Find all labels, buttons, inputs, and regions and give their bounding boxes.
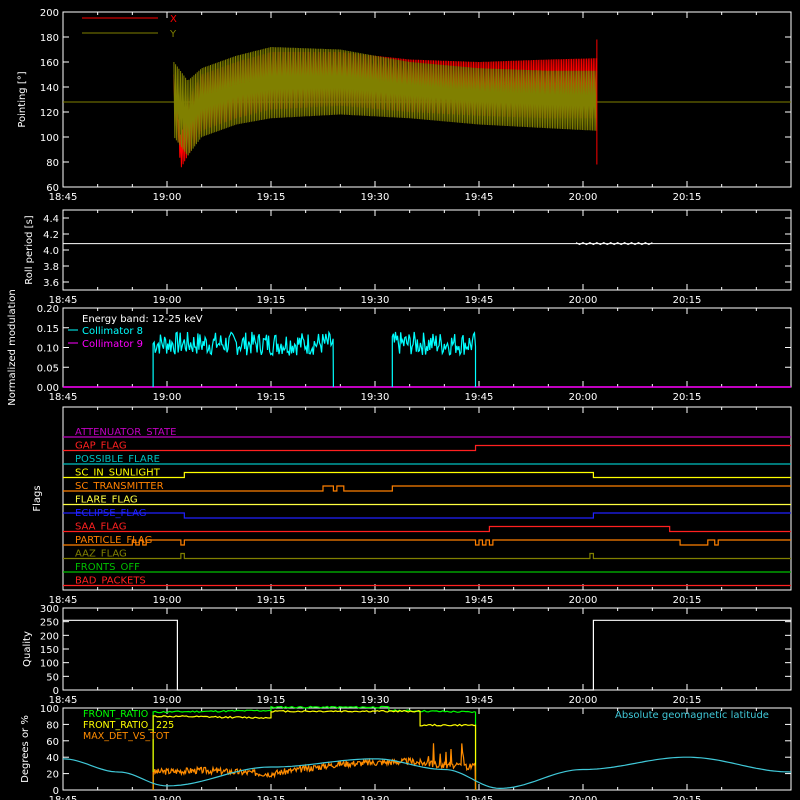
- x-tick-label: 19:30: [361, 695, 390, 706]
- flag-label: FLARE_FLAG: [75, 495, 138, 506]
- y-axis-label: Flags: [32, 485, 43, 511]
- x-tick-label: 20:15: [673, 795, 702, 800]
- x-tick-label: 19:45: [465, 695, 494, 706]
- x-tick-label: 19:15: [257, 392, 286, 403]
- x-tick-label: 19:45: [465, 192, 494, 203]
- x-tick-label: 20:15: [673, 295, 702, 306]
- x-tick-label: 19:15: [257, 695, 286, 706]
- y-tick-label: 50: [46, 672, 59, 683]
- x-tick-label: 19:45: [465, 392, 494, 403]
- y-tick-label: 200: [40, 631, 59, 642]
- chart-canvas: 18:45 19:00 19:15 19:30 19:45 20:00 20:1520018…: [0, 0, 800, 800]
- legend-label: MAX_DET_VS_TOT: [83, 731, 169, 742]
- y-tick-label: 160: [40, 58, 59, 69]
- x-tick-label: 19:45: [465, 295, 494, 306]
- y-tick-label: 20: [46, 770, 59, 781]
- flag-label: SC_IN_SUNLIGHT: [75, 468, 161, 479]
- x-tick-label: 20:00: [569, 695, 598, 706]
- x-tick-label: 20:15: [673, 695, 702, 706]
- flag-label: BAD_PACKETS: [75, 576, 146, 587]
- x-tick-label: 19:15: [257, 295, 286, 306]
- y-tick-label: 180: [40, 33, 59, 44]
- y-tick-label: 200: [40, 8, 59, 19]
- y-tick-label: 0: [53, 786, 59, 797]
- flag-label: ECLIPSE_FLAG: [75, 508, 146, 519]
- x-tick-label: 20:00: [569, 392, 598, 403]
- y-axis-label: Pointing [°]: [17, 71, 28, 127]
- legend-label: X: [170, 14, 177, 25]
- x-tick-label: 19:15: [257, 192, 286, 203]
- y-tick-label: 300: [40, 604, 59, 615]
- y-tick-label: 100: [40, 704, 59, 715]
- y-tick-label: 120: [40, 108, 59, 119]
- x-tick-label: 20:15: [673, 595, 702, 606]
- x-tick-label: 20:00: [569, 192, 598, 203]
- y-tick-label: 250: [40, 618, 59, 629]
- flag-label: SAA_FLAG: [75, 522, 126, 533]
- y-tick-label: 3.6: [43, 278, 59, 289]
- legend-label: FRONT_RATIO: [83, 709, 148, 720]
- x-tick-label: 19:15: [257, 595, 286, 606]
- y-tick-label: 3.8: [43, 262, 59, 273]
- y-tick-label: 0.10: [37, 344, 59, 355]
- legend-label: Collimator 9: [82, 339, 143, 350]
- energy-band-annotation: Energy band: 12-25 keV: [82, 314, 203, 325]
- geomag-annotation: Absolute geomagnetic latitude: [615, 710, 769, 721]
- y-tick-label: 0: [53, 686, 59, 697]
- y-axis-label: Normalized modulation: [7, 289, 18, 406]
- y-tick-label: 60: [46, 183, 59, 194]
- x-tick-label: 20:00: [569, 795, 598, 800]
- legend-label: Collimator 8: [82, 326, 143, 337]
- y-tick-label: 80: [46, 158, 59, 169]
- y-axis-label: Degrees or %: [20, 715, 31, 783]
- x-tick-label: 19:30: [361, 192, 390, 203]
- y-axis-label: Roll period [s]: [24, 215, 35, 284]
- x-tick-label: 19:00: [153, 695, 182, 706]
- legend-label: FRONT_RATIO_ 225: [83, 720, 174, 731]
- x-tick-label: 19:00: [153, 392, 182, 403]
- x-tick-label: 19:30: [361, 595, 390, 606]
- x-tick-label: 19:15: [257, 795, 286, 800]
- y-tick-label: 100: [40, 133, 59, 144]
- x-tick-label: 20:00: [569, 595, 598, 606]
- x-tick-label: 19:00: [153, 192, 182, 203]
- flag-label: POSSIBLE_FLARE: [75, 454, 160, 465]
- y-tick-label: 0.20: [37, 304, 59, 315]
- y-tick-label: 4.2: [43, 230, 59, 241]
- legend-label: Y: [169, 29, 177, 40]
- y-tick-label: 0.05: [37, 363, 59, 374]
- x-tick-label: 19:30: [361, 392, 390, 403]
- y-tick-label: 4.0: [43, 246, 59, 257]
- y-tick-label: 0.00: [37, 383, 59, 394]
- y-tick-label: 60: [46, 737, 59, 748]
- flag-label: PARTICLE_FLAG: [75, 535, 152, 546]
- y-tick-label: 80: [46, 720, 59, 731]
- x-tick-label: 19:45: [465, 795, 494, 800]
- x-tick-label: 19:00: [153, 795, 182, 800]
- x-tick-label: 20:00: [569, 295, 598, 306]
- y-axis-label: Quality: [22, 631, 33, 667]
- x-tick-label: 19:45: [465, 595, 494, 606]
- y-tick-label: 100: [40, 659, 59, 670]
- flag-label: GAP_FLAG: [75, 441, 127, 452]
- y-tick-label: 140: [40, 83, 59, 94]
- y-tick-label: 4.4: [43, 214, 59, 225]
- flag-label: FRONTS_OFF: [75, 562, 140, 573]
- flag-label: AAZ_FLAG: [75, 549, 127, 560]
- x-tick-label: 19:00: [153, 595, 182, 606]
- y-tick-label: 40: [46, 753, 59, 764]
- y-tick-label: 0.15: [37, 324, 59, 335]
- flag-label: ATTENUATOR_STATE: [75, 427, 176, 438]
- flag-label: SC_TRANSMITTER: [75, 481, 164, 492]
- x-tick-label: 19:30: [361, 795, 390, 800]
- y-tick-label: 150: [40, 645, 59, 656]
- x-tick-label: 19:30: [361, 295, 390, 306]
- x-tick-label: 19:00: [153, 295, 182, 306]
- x-tick-label: 20:15: [673, 392, 702, 403]
- x-tick-label: 20:15: [673, 192, 702, 203]
